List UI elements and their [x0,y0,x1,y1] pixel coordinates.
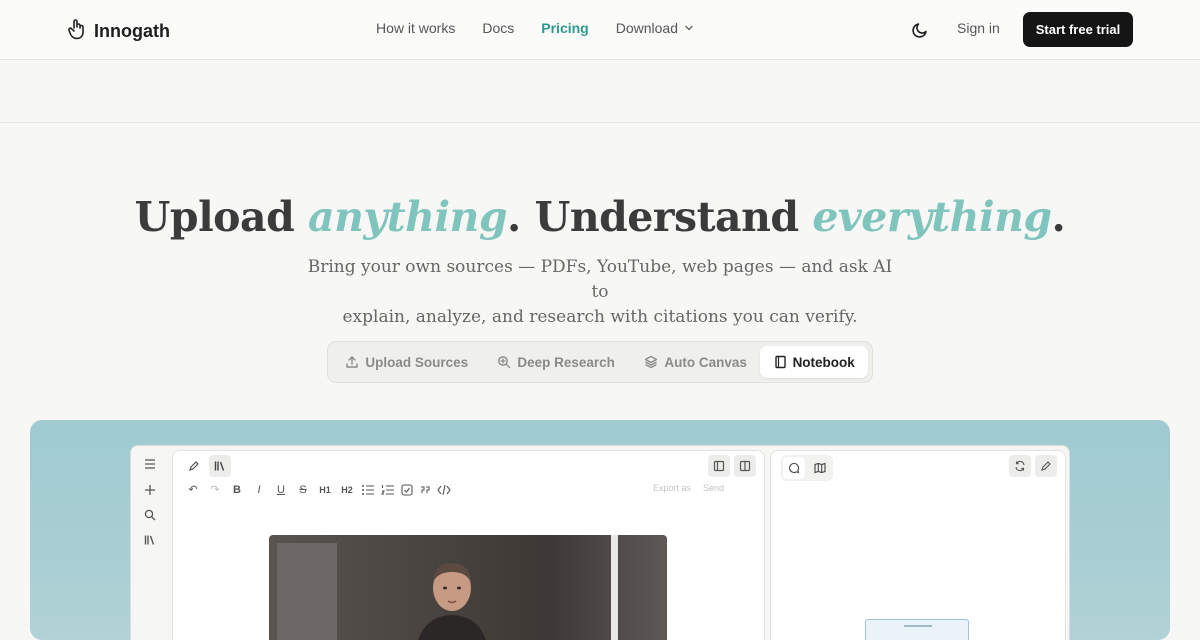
panel-left-icon[interactable] [708,455,730,477]
checkbox-icon[interactable] [401,483,413,496]
library-icon[interactable] [142,532,158,548]
heading1-button[interactable]: H1 [317,485,333,495]
app-sidebar-rail [131,446,171,640]
bullet-list-icon[interactable] [361,484,375,496]
tab-auto-canvas[interactable]: Auto Canvas [631,346,761,378]
nav-how-it-works[interactable]: How it works [376,20,455,36]
hero-subtitle: Bring your own sources — PDFs, YouTube, … [307,257,893,327]
underline-button[interactable]: U [273,484,289,496]
pen-icon[interactable] [183,455,205,477]
video-speaker-image [418,563,486,640]
main-nav: How it works Docs Pricing Download [376,20,694,36]
video-frame-divider [611,535,618,640]
library-icon[interactable] [209,455,231,477]
export-as-dropdown[interactable]: Export as [653,483,691,493]
formatting-toolbar: ↶ ↷ B I U S H1 H2 [185,483,451,496]
video-embed[interactable] [269,535,667,640]
hero-accent-anything: anything [308,193,508,241]
feature-tabs: Upload Sources Deep Research Auto Canvas… [327,341,873,383]
theme-toggle-button[interactable] [908,18,932,42]
layers-icon [645,355,658,369]
card-title-placeholder [904,625,932,627]
start-trial-button[interactable]: Start free trial [1023,12,1133,47]
moon-icon [912,23,927,38]
assistant-panel [770,450,1066,640]
hand-pointer-icon [68,18,86,45]
edit-icon[interactable] [1035,455,1057,477]
chevron-down-icon [685,25,693,31]
undo-button[interactable]: ↶ [185,483,201,496]
map-icon[interactable] [809,457,831,479]
brand-logo[interactable]: Innogath [68,18,170,45]
menu-icon[interactable] [142,456,158,472]
hero-title: Upload anything. Understand everything. [134,193,1066,241]
assistant-mode-switch [781,455,833,481]
upload-icon [346,356,359,368]
redo-button[interactable]: ↷ [207,483,223,496]
nav-download[interactable]: Download [616,20,694,36]
tab-notebook[interactable]: Notebook [760,346,868,378]
heading2-button[interactable]: H2 [339,485,355,495]
nav-pricing[interactable]: Pricing [541,20,588,36]
italic-button[interactable]: I [251,484,267,496]
bold-button[interactable]: B [229,484,245,496]
quote-icon[interactable] [419,484,431,496]
nav-download-label: Download [615,20,678,36]
announcement-band [0,60,1200,123]
search-zoom-icon [498,356,511,369]
editor-panel-controls [708,455,756,477]
tab-deep-research[interactable]: Deep Research [481,346,630,378]
numbered-list-icon[interactable] [381,484,395,496]
strikethrough-button[interactable]: S [295,484,311,496]
tab-upload-sources[interactable]: Upload Sources [332,346,481,378]
code-icon[interactable] [437,484,451,496]
refresh-icon[interactable] [1009,455,1031,477]
app-window: ↶ ↷ B I U S H1 H2 Export as Send [130,445,1070,640]
video-background [277,543,337,640]
editor-mode-switch [183,455,231,477]
plus-icon[interactable] [142,482,158,498]
brand-name: Innogath [94,21,170,41]
nav-docs[interactable]: Docs [482,20,514,36]
notebook-icon [774,355,786,369]
product-preview: ↶ ↷ B I U S H1 H2 Export as Send [30,420,1170,640]
export-controls: Export as Send [653,483,724,493]
sign-in-link[interactable]: Sign in [957,20,1000,36]
hero-accent-everything: everything [812,193,1052,241]
search-icon[interactable] [142,507,158,523]
notebook-editor: ↶ ↷ B I U S H1 H2 Export as Send [172,450,765,640]
panel-split-icon[interactable] [734,455,756,477]
send-button[interactable]: Send [703,483,724,493]
site-header: Innogath How it works Docs Pricing Downl… [0,0,1200,60]
assistant-controls [1009,455,1057,477]
chat-icon[interactable] [783,457,805,479]
